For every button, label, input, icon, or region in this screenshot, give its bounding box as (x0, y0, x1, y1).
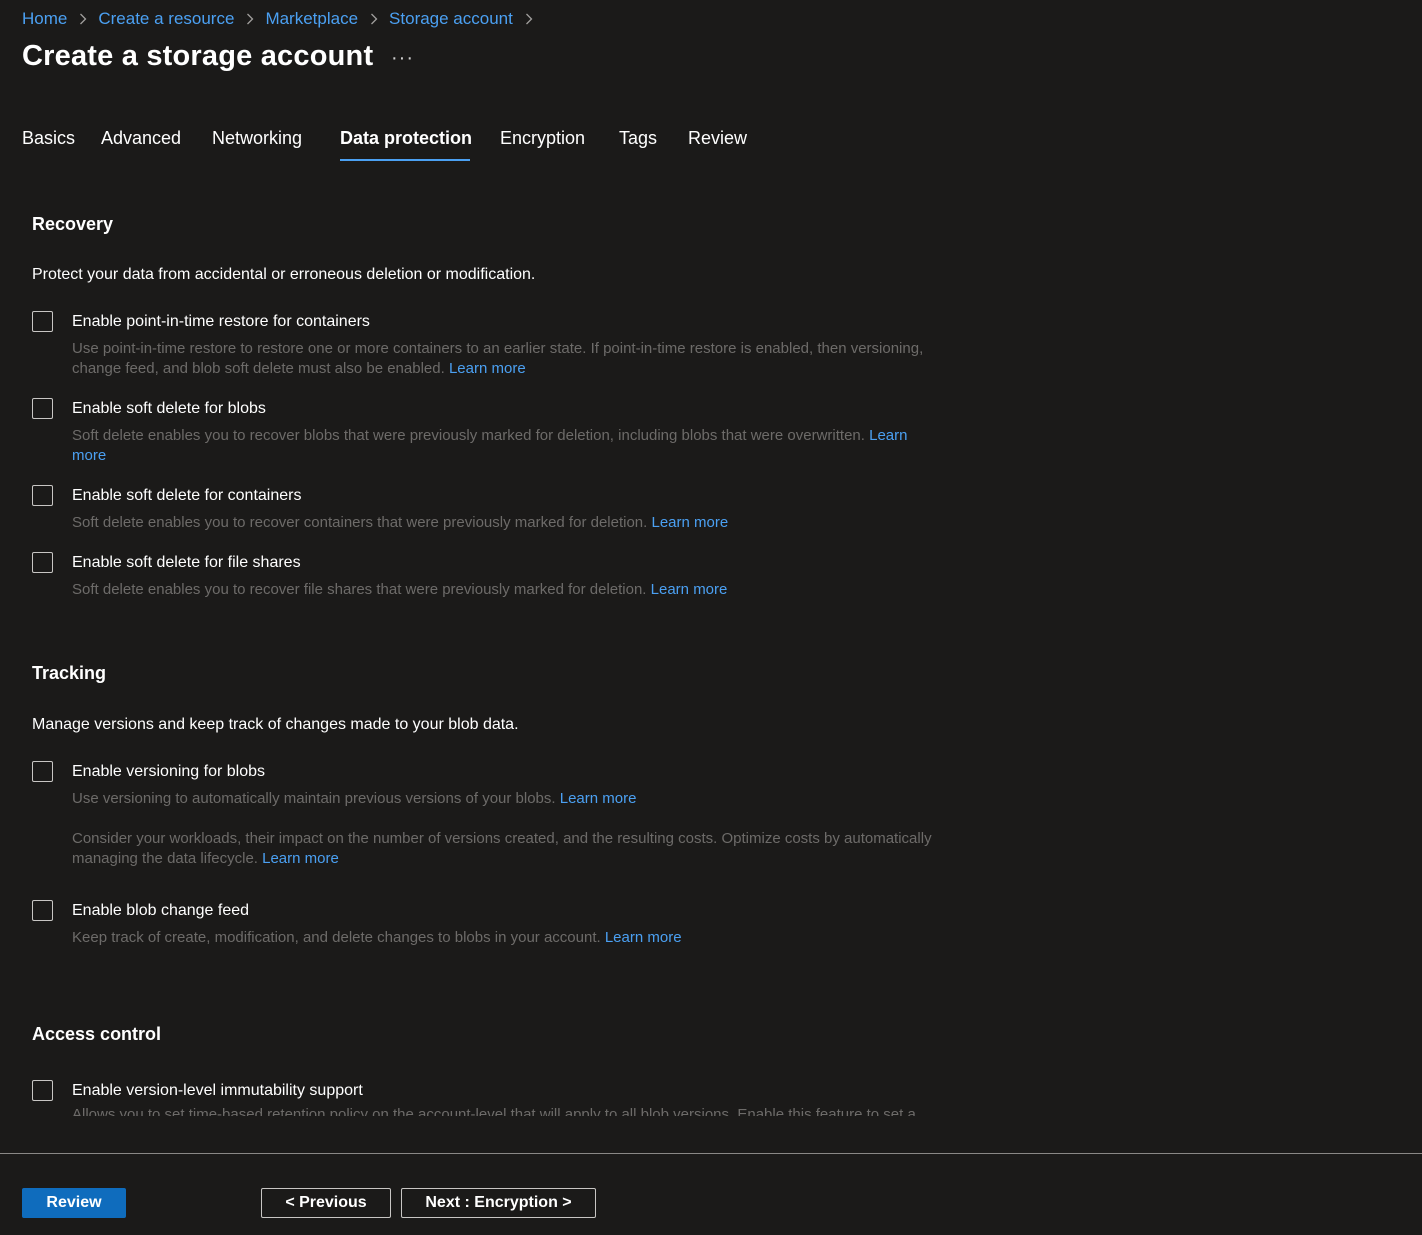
soft-delete-file-shares-help: Soft delete enables you to recover file … (72, 581, 728, 598)
soft-delete-containers-help: Soft delete enables you to recover conta… (72, 514, 729, 531)
tab-tags[interactable]: Tags (619, 128, 657, 149)
soft-delete-containers-checkbox[interactable] (32, 485, 53, 506)
blob-change-feed-label: Enable blob change feed (72, 902, 250, 919)
breadcrumb-marketplace[interactable]: Marketplace (265, 9, 358, 29)
tracking-heading: Tracking (32, 663, 107, 683)
soft-delete-blobs-checkbox[interactable] (32, 398, 53, 419)
chevron-right-icon (246, 13, 254, 25)
tab-data-protection[interactable]: Data protection (340, 128, 472, 149)
chevron-right-icon (525, 13, 533, 25)
blob-change-feed-checkbox[interactable] (32, 900, 53, 921)
soft-delete-blobs-label: Enable soft delete for blobs (72, 400, 266, 417)
tab-encryption[interactable]: Encryption (500, 128, 585, 149)
page-title: Create a storage account (22, 40, 374, 72)
version-immutability-help: Allows you to set time-based retention p… (72, 1106, 916, 1116)
breadcrumb-create-resource[interactable]: Create a resource (98, 9, 234, 29)
tab-advanced[interactable]: Advanced (101, 128, 181, 149)
chevron-right-icon (370, 13, 378, 25)
learn-more-link[interactable]: Learn more (262, 850, 339, 867)
soft-delete-blobs-help: Soft delete enables you to recover blobs… (72, 427, 908, 464)
learn-more-link[interactable]: Learn more (652, 514, 729, 531)
next-encryption-button[interactable]: Next : Encryption > (401, 1188, 596, 1218)
learn-more-link[interactable]: Learn more (651, 581, 728, 598)
tracking-description: Manage versions and keep track of change… (32, 716, 519, 733)
version-immutability-checkbox[interactable] (32, 1080, 53, 1101)
soft-delete-file-shares-label: Enable soft delete for file shares (72, 554, 301, 571)
more-options-icon[interactable]: ··· (391, 47, 414, 70)
breadcrumb: Home Create a resource Marketplace Stora… (22, 8, 544, 30)
breadcrumb-storage-account[interactable]: Storage account (389, 9, 513, 29)
breadcrumb-home[interactable]: Home (22, 9, 67, 29)
version-immutability-label: Enable version-level immutability suppor… (72, 1082, 363, 1099)
recovery-heading: Recovery (32, 214, 114, 234)
previous-button[interactable]: < Previous (261, 1188, 391, 1218)
versioning-blobs-checkbox[interactable] (32, 761, 53, 782)
tab-networking[interactable]: Networking (212, 128, 302, 149)
learn-more-link[interactable]: Learn more (560, 790, 637, 807)
tab-basics[interactable]: Basics (22, 128, 75, 149)
chevron-right-icon (79, 13, 87, 25)
versioning-blobs-label: Enable versioning for blobs (72, 763, 266, 780)
learn-more-link[interactable]: Learn more (449, 360, 526, 377)
soft-delete-file-shares-checkbox[interactable] (32, 552, 53, 573)
footer-divider (0, 1153, 1422, 1154)
versioning-blobs-help: Use versioning to automatically maintain… (72, 790, 637, 807)
review-button[interactable]: Review (22, 1188, 126, 1218)
point-in-time-restore-label: Enable point-in-time restore for contain… (72, 313, 370, 330)
access-control-heading: Access control (32, 1024, 162, 1044)
point-in-time-restore-help: Use point-in-time restore to restore one… (72, 340, 924, 377)
point-in-time-restore-checkbox[interactable] (32, 311, 53, 332)
learn-more-link[interactable]: Learn more (605, 929, 682, 946)
recovery-description: Protect your data from accidental or err… (32, 266, 536, 283)
active-tab-indicator (340, 159, 470, 161)
versioning-cost-help: Consider your workloads, their impact on… (72, 830, 932, 867)
tab-review[interactable]: Review (688, 128, 747, 149)
soft-delete-containers-label: Enable soft delete for containers (72, 487, 302, 504)
blob-change-feed-help: Keep track of create, modification, and … (72, 929, 682, 946)
